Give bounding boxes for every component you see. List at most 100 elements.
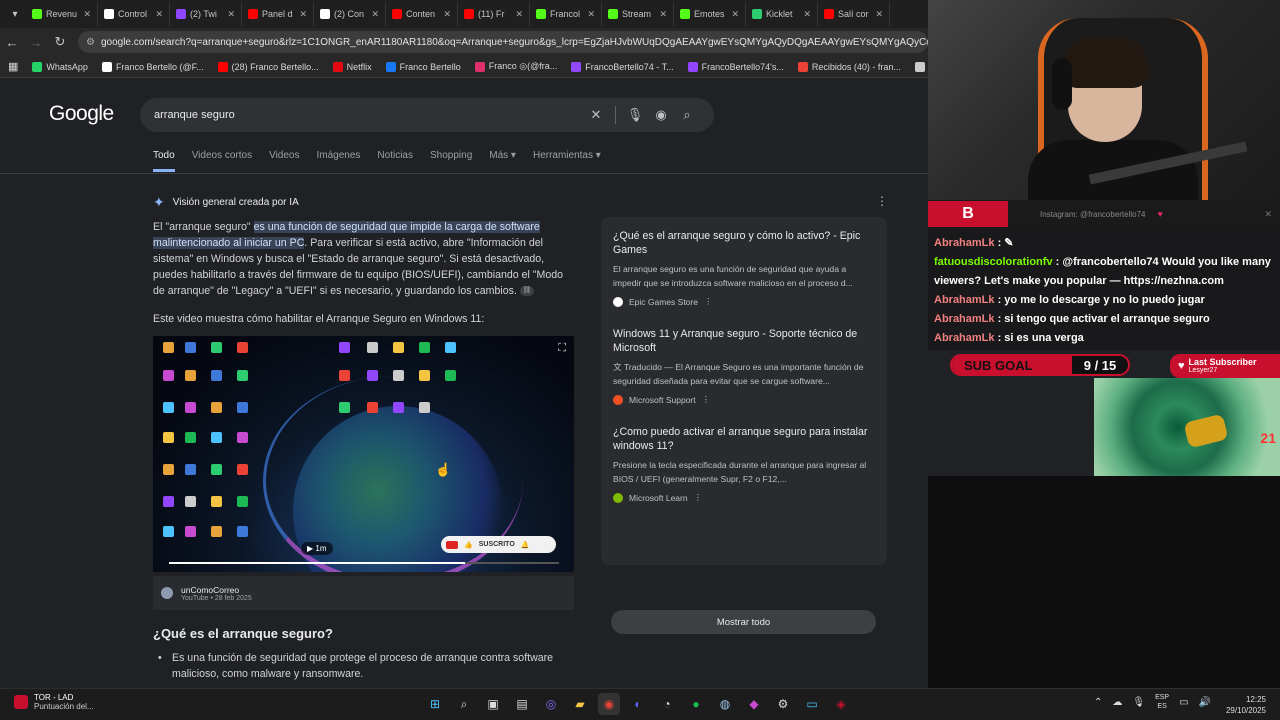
source-card[interactable]: Windows 11 y Arranque seguro - Soporte t… bbox=[613, 327, 875, 405]
clock-date: 29/10/2025 bbox=[1225, 706, 1266, 715]
game-launcher-icon[interactable]: ◆ bbox=[743, 693, 765, 715]
volume-icon[interactable]: 🔊 bbox=[1199, 697, 1211, 708]
mic-icon[interactable]: 🎙 bbox=[1132, 697, 1145, 708]
settings-icon[interactable]: ⚙ bbox=[772, 693, 794, 715]
more-options-icon[interactable]: ⋮ bbox=[704, 296, 713, 307]
more-options-icon[interactable]: ⋮ bbox=[694, 492, 703, 503]
close-tab-icon[interactable]: ✕ bbox=[587, 9, 595, 20]
filter-tab[interactable]: Shopping bbox=[430, 150, 472, 172]
bookmark-item[interactable]: outlook bbox=[914, 61, 928, 72]
discord-icon[interactable]: ◐ bbox=[627, 693, 649, 715]
link-icon[interactable]: ⛓ bbox=[519, 286, 534, 297]
store-icon[interactable]: ▤ bbox=[511, 693, 533, 715]
bookmark-item[interactable]: WhatsApp bbox=[32, 61, 88, 72]
close-tab-icon[interactable]: ✕ bbox=[515, 9, 523, 20]
close-tab-icon[interactable]: ✕ bbox=[83, 9, 91, 20]
close-tab-icon[interactable]: ✕ bbox=[155, 9, 163, 20]
display-icon[interactable]: ▭ bbox=[1179, 697, 1188, 708]
browser-tab[interactable]: Panel d ✕ bbox=[242, 2, 314, 26]
bookmark-item[interactable]: FrancoBertello74's... bbox=[687, 61, 784, 72]
filter-tab[interactable]: Noticias bbox=[377, 150, 413, 172]
close-tab-icon[interactable]: ✕ bbox=[371, 9, 379, 20]
close-tab-icon[interactable]: ✕ bbox=[299, 9, 307, 20]
google-logo[interactable]: Google bbox=[49, 102, 114, 126]
close-tab-icon[interactable]: ✕ bbox=[443, 9, 451, 20]
source-title[interactable]: ¿Como puedo activar el arranque seguro p… bbox=[613, 425, 875, 453]
filter-tab[interactable]: Todo bbox=[153, 150, 175, 172]
close-tab-icon[interactable]: ✕ bbox=[803, 9, 811, 20]
search-icon[interactable]: ⌕ bbox=[453, 693, 475, 715]
chat-message: AbrahamLk : si es una verga bbox=[934, 329, 1274, 348]
lens-icon[interactable]: ◉ bbox=[648, 107, 674, 123]
search-filters: Todo Videos cortos Videos Imágenes Noticias S… bbox=[153, 150, 601, 172]
show-all-button[interactable]: Mostrar todo bbox=[611, 610, 876, 634]
file-explorer-icon[interactable]: ▰ bbox=[569, 693, 591, 715]
network-icon[interactable]: ☁ bbox=[1112, 697, 1122, 708]
video-player[interactable]: ⛶ ☝ ▶ 1m 👍 SUSCRITO 🔔 bbox=[153, 336, 574, 572]
browser-tab[interactable]: (11) Fr ✕ bbox=[458, 2, 530, 26]
tab-favicon-icon bbox=[680, 9, 690, 19]
reload-icon[interactable]: ↻ bbox=[48, 34, 72, 50]
browser-tab[interactable]: Revenu ✕ bbox=[26, 2, 98, 26]
clear-icon[interactable]: ✕ bbox=[583, 107, 609, 123]
browser-tab[interactable]: Stream ✕ bbox=[602, 2, 674, 26]
browser-tab[interactable]: Emotes ✕ bbox=[674, 2, 746, 26]
fullscreen-icon[interactable]: ⛶ bbox=[558, 342, 566, 355]
close-tab-icon[interactable]: ✕ bbox=[875, 9, 883, 20]
filter-tab[interactable]: Herramientas ▾ bbox=[533, 150, 601, 172]
chrome-icon[interactable]: ◉ bbox=[598, 693, 620, 715]
task-view-icon[interactable]: ▣ bbox=[482, 693, 504, 715]
source-card[interactable]: ¿Qué es el arranque seguro y cómo lo act… bbox=[613, 229, 875, 307]
filter-tab[interactable]: Más ▾ bbox=[489, 150, 516, 172]
site-info-icon[interactable]: ⚙ bbox=[86, 37, 95, 48]
bookmark-item[interactable]: Franco Bertello bbox=[385, 61, 461, 72]
bookmark-item[interactable]: Recibidos (40) - fran... bbox=[797, 61, 901, 72]
filter-tab[interactable]: Videos cortos bbox=[192, 150, 252, 172]
stream-app-icon[interactable]: ◈ bbox=[830, 693, 852, 715]
close-tab-icon[interactable]: ✕ bbox=[659, 9, 667, 20]
bookmark-item[interactable]: (28) Franco Bertello... bbox=[217, 61, 319, 72]
chevron-up-icon[interactable]: ⌃ bbox=[1094, 697, 1102, 708]
search-input[interactable]: arranque seguro bbox=[154, 109, 583, 121]
browser-tab[interactable]: Francol ✕ bbox=[530, 2, 602, 26]
mic-icon[interactable]: 🎙 bbox=[622, 107, 648, 123]
address-bar[interactable]: ⚙ google.com/search?q=arranque+seguro&rl… bbox=[78, 31, 928, 53]
source-card[interactable]: ¿Como puedo activar el arranque seguro p… bbox=[613, 425, 875, 503]
close-tab-icon[interactable]: ✕ bbox=[731, 9, 739, 20]
back-icon[interactable]: ← bbox=[0, 35, 24, 50]
last-subscriber-name: Lesyer27 bbox=[1188, 367, 1218, 374]
browser-tab[interactable]: Salí cor ✕ bbox=[818, 2, 890, 26]
apps-grid-icon[interactable]: ▦ bbox=[8, 60, 18, 73]
spotify-icon[interactable]: ● bbox=[685, 693, 707, 715]
browser-tab[interactable]: Conten ✕ bbox=[386, 2, 458, 26]
cortana-icon[interactable]: ◎ bbox=[540, 693, 562, 715]
browser-tab[interactable]: (2) Twi ✕ bbox=[170, 2, 242, 26]
search-box[interactable]: arranque seguro ✕ 🎙 ◉ ⌕ bbox=[140, 98, 714, 132]
video-progress-bar[interactable] bbox=[169, 562, 559, 564]
tab-search-icon[interactable]: ▾ bbox=[4, 4, 26, 24]
filter-tab[interactable]: Imágenes bbox=[317, 150, 361, 172]
remote-desktop-icon[interactable]: ▭ bbox=[801, 693, 823, 715]
bookmark-item[interactable]: Netflix bbox=[332, 61, 372, 72]
more-options-icon[interactable]: ⋮ bbox=[876, 194, 888, 208]
browser-tab[interactable]: Kicklet ✕ bbox=[746, 2, 818, 26]
video-channel-row[interactable]: unComoCorreo YouTube • 28 feb 2025 bbox=[153, 576, 574, 610]
bookmark-item[interactable]: Franco Bertello (@F... bbox=[101, 61, 204, 72]
obs-icon[interactable]: ◔ bbox=[656, 693, 678, 715]
widgets-button[interactable]: TOR - LAD Puntuación del... bbox=[14, 693, 94, 711]
more-options-icon[interactable]: ⋮ bbox=[702, 394, 711, 405]
clock[interactable]: 12:25 29/10/2025 bbox=[1226, 694, 1266, 716]
bookmark-item[interactable]: Franco ◎(@fra... bbox=[474, 61, 557, 72]
language-indicator[interactable]: ESP ES bbox=[1155, 693, 1169, 711]
steam-icon[interactable]: ◍ bbox=[714, 693, 736, 715]
source-title[interactable]: Windows 11 y Arranque seguro - Soporte t… bbox=[613, 327, 875, 355]
bookmark-item[interactable]: FrancoBertello74 - T... bbox=[571, 61, 674, 72]
filter-tab[interactable]: Videos bbox=[269, 150, 299, 172]
browser-tab[interactable]: Control ✕ bbox=[98, 2, 170, 26]
forward-icon[interactable]: → bbox=[24, 35, 48, 50]
close-tab-icon[interactable]: ✕ bbox=[227, 9, 235, 20]
browser-tab[interactable]: (2) Con ✕ bbox=[314, 2, 386, 26]
windows-start-icon[interactable]: ⊞ bbox=[424, 693, 446, 715]
search-icon[interactable]: ⌕ bbox=[674, 107, 700, 123]
source-title[interactable]: ¿Qué es el arranque seguro y cómo lo act… bbox=[613, 229, 875, 257]
